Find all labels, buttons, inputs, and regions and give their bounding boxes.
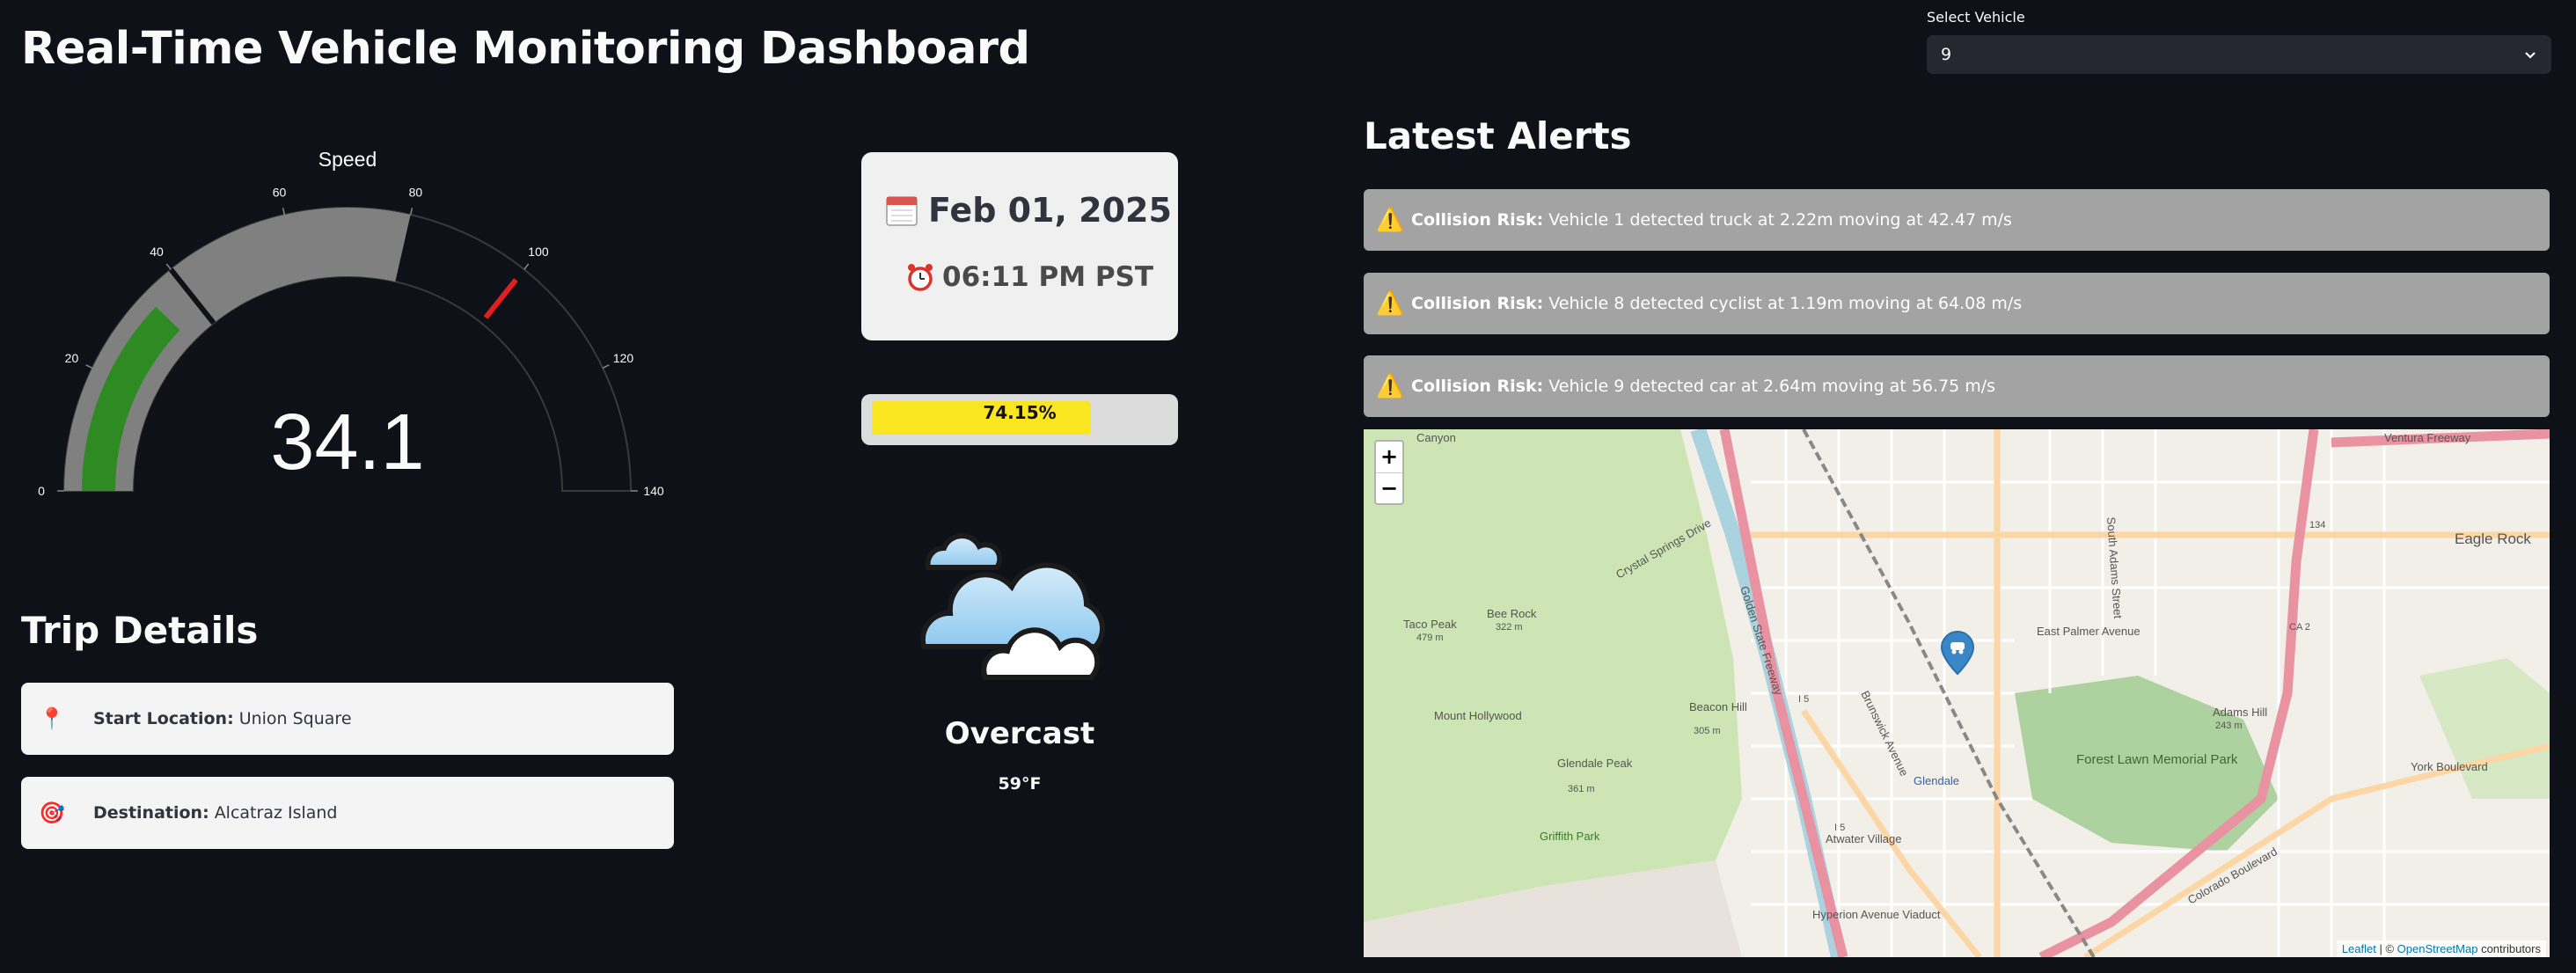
gauge-tick: [282, 208, 286, 216]
select-vehicle-label: Select Vehicle: [1927, 9, 2025, 26]
map-label: Eagle Rock: [2455, 530, 2531, 547]
alarm-clock-icon: [908, 264, 933, 291]
map-label: 361 m: [1568, 784, 1595, 794]
vehicle-select-value: 9: [1941, 45, 1952, 64]
time-text: 06:11 PM PST: [942, 261, 1154, 293]
warning-icon: ⚠️: [1376, 290, 1405, 317]
map-label: 134: [2309, 520, 2325, 530]
leaflet-link[interactable]: Leaflet: [2342, 942, 2376, 955]
map-label: Glendale Peak: [1557, 757, 1633, 770]
map-label: Adams Hill: [2213, 706, 2267, 719]
gauge-tick-label: 60: [273, 186, 287, 200]
gauge-tick-label: 100: [528, 245, 549, 259]
target-icon: 🎯: [39, 801, 65, 825]
map-label: Atwater Village: [1826, 832, 1901, 845]
gauge-tick: [602, 364, 610, 369]
destination-value: Alcatraz Island: [214, 803, 338, 823]
gauge-tick: [409, 208, 413, 216]
map-label: CA 2: [2289, 622, 2310, 633]
map-tiles[interactable]: Ventura Freeway Eagle Rock East Palmer A…: [1364, 429, 2550, 957]
map-label: Griffith Park: [1540, 830, 1600, 843]
alert-item: ⚠️ Collision Risk: Vehicle 8 detected cy…: [1364, 273, 2550, 334]
progress-bar: 74.15%: [861, 394, 1178, 445]
alert-text: Vehicle 1 detected truck at 2.22m moving…: [1548, 210, 2012, 230]
map-label: Glendale: [1914, 774, 1959, 787]
destination-label: Destination:: [93, 803, 209, 823]
map-label: Hyperion Avenue Viaduct: [1812, 908, 1941, 921]
warning-icon: ⚠️: [1376, 207, 1405, 233]
gauge-tick-label: 20: [65, 351, 79, 365]
gauge-tick-label: 140: [643, 484, 664, 498]
page-title: Real-Time Vehicle Monitoring Dashboard: [21, 23, 1030, 75]
vehicle-select[interactable]: 9: [1927, 35, 2551, 74]
map-attribution: Leaflet | © OpenStreetMap contributors: [2336, 940, 2546, 957]
gauge-tick-label: 0: [38, 484, 45, 498]
alert-label: Collision Risk:: [1411, 210, 1544, 230]
progress-label: 74.15%: [983, 402, 1057, 423]
osm-link[interactable]: OpenStreetMap: [2397, 942, 2478, 955]
gauge-value: 34.1: [270, 399, 424, 486]
weather-temperature: 59°F: [998, 774, 1042, 794]
gauge-threshold: [483, 278, 518, 319]
map-label: York Boulevard: [2411, 760, 2488, 773]
map-label: East Palmer Avenue: [2037, 625, 2141, 638]
map-label: 322 m: [1496, 622, 1523, 633]
pushpin-icon: 📍: [39, 706, 65, 731]
date-text: Feb 01, 2025: [928, 191, 1172, 230]
zoom-in-button[interactable]: +: [1376, 442, 1402, 473]
map-label: Forest Lawn Memorial Park: [2076, 752, 2238, 767]
gauge-band-mid: [171, 208, 411, 324]
gauge-tick: [85, 364, 93, 369]
map-label: 305 m: [1694, 726, 1721, 736]
destination-card: 🎯 Destination: Alcatraz Island: [21, 777, 674, 849]
start-location-value: Union Square: [238, 709, 352, 728]
map-label: Taco Peak: [1403, 618, 1457, 631]
vehicle-map[interactable]: Ventura Freeway Eagle Rock East Palmer A…: [1364, 429, 2550, 957]
zoom-out-button[interactable]: −: [1376, 473, 1402, 504]
datetime-card: Feb 01, 2025 06:11 PM PST: [861, 152, 1178, 340]
map-label: I 5: [1798, 694, 1809, 705]
trip-details-title: Trip Details: [21, 609, 259, 652]
alert-label: Collision Risk:: [1411, 377, 1544, 396]
alert-text: Vehicle 8 detected cyclist at 1.19m movi…: [1548, 294, 2023, 313]
gauge-tick: [523, 263, 530, 270]
map-label: Beacon Hill: [1689, 700, 1747, 713]
map-label: Ventura Freeway: [2384, 431, 2471, 444]
map-label: Bee Rock: [1487, 607, 1537, 620]
attribution-sep: | ©: [2375, 942, 2397, 955]
start-location-card: 📍 Start Location: Union Square: [21, 683, 674, 755]
map-label: Canyon: [1416, 431, 1456, 444]
alert-label: Collision Risk:: [1411, 294, 1544, 313]
gauge-tick: [165, 263, 172, 270]
start-location-label: Start Location:: [93, 709, 234, 728]
gauge-tick-label: 120: [613, 351, 634, 365]
map-label: 243 m: [2215, 721, 2243, 731]
map-label: I 5: [1834, 823, 1845, 833]
alert-item: ⚠️ Collision Risk: Vehicle 9 detected ca…: [1364, 355, 2550, 417]
weather-condition: Overcast: [944, 716, 1095, 751]
chevron-down-icon: [2525, 52, 2536, 59]
speed-gauge: Speed 0 20 40 60 80 100 120 140 34.1: [38, 148, 664, 498]
griffith-park-area: [1364, 429, 1742, 922]
alert-item: ⚠️ Collision Risk: Vehicle 1 detected tr…: [1364, 189, 2550, 251]
gauge-title: Speed: [318, 148, 377, 171]
warning-icon: ⚠️: [1376, 373, 1405, 399]
gauge-tick-label: 80: [409, 186, 423, 200]
map-label: Mount Hollywood: [1434, 709, 1522, 722]
clouds-icon: [919, 533, 1106, 680]
map-label: 479 m: [1416, 633, 1444, 643]
map-zoom-control[interactable]: + −: [1374, 440, 1404, 505]
gauge-tick-label: 40: [150, 245, 164, 259]
attribution-suffix: contributors: [2477, 942, 2541, 955]
calendar-icon: [886, 196, 918, 226]
latest-alerts-title: Latest Alerts: [1364, 114, 1632, 157]
alert-text: Vehicle 9 detected car at 2.64m moving a…: [1548, 377, 1996, 396]
